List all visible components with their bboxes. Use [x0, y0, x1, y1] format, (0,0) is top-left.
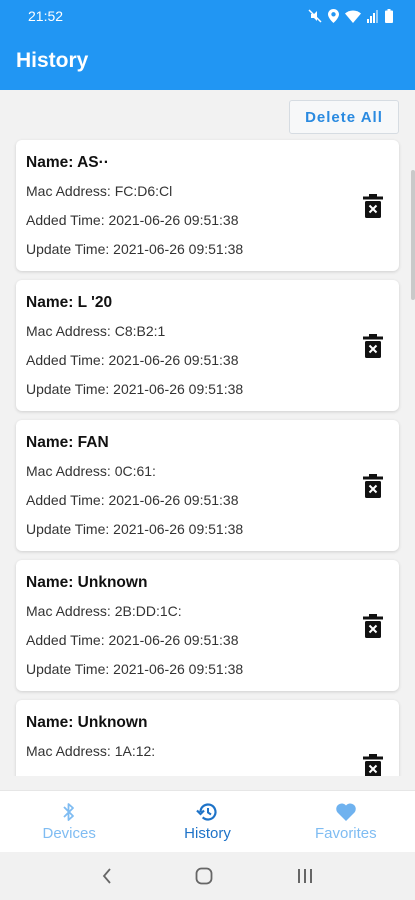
mute-icon	[308, 9, 322, 23]
device-mac: Mac Address: 1A:12:	[26, 743, 156, 759]
location-icon	[328, 9, 339, 23]
device-card[interactable]: Name: L '20 Mac Address: C8:B2:1 Added T…	[16, 280, 399, 411]
device-name: Name: FAN	[26, 434, 109, 451]
device-mac: Mac Address: 2B:DD:1C:	[26, 603, 182, 619]
bottom-nav: Devices History Favorites	[0, 790, 415, 852]
device-added-time	[26, 771, 389, 776]
scrollbar-thumb[interactable]	[411, 170, 415, 300]
device-mac: Mac Address: 0C:61:	[26, 463, 156, 479]
app-bar: History	[0, 32, 415, 90]
device-update-time: Update Time: 2021-06-26 09:51:38	[26, 241, 244, 257]
delete-icon[interactable]	[363, 613, 383, 638]
device-added-time: Added Time: 2021-06-26 09:51:38	[26, 352, 239, 368]
heart-icon	[336, 802, 356, 821]
delete-icon[interactable]	[363, 193, 383, 218]
device-history-list: Name: AS·· Mac Address: FC:D6:Cl Added T…	[16, 140, 399, 776]
device-card[interactable]: Name: FAN Mac Address: 0C:61: Added Time…	[16, 420, 399, 551]
device-added-time: Added Time: 2021-06-26 09:51:38	[26, 632, 239, 648]
recents-icon[interactable]	[296, 868, 314, 884]
delete-icon[interactable]	[363, 473, 383, 498]
device-mac: Mac Address: C8:B2:1	[26, 323, 166, 339]
bluetooth-icon	[63, 802, 75, 821]
tab-devices-label: Devices	[42, 824, 96, 842]
battery-icon	[385, 9, 393, 23]
device-update-time: Update Time: 2021-06-26 09:51:38	[26, 661, 244, 677]
back-icon[interactable]	[101, 867, 113, 885]
delete-all-button[interactable]: Delete All	[289, 100, 399, 134]
delete-icon[interactable]	[363, 333, 383, 358]
delete-icon[interactable]	[363, 753, 383, 777]
device-name: Name: Unknown	[26, 574, 148, 591]
history-list-container[interactable]: Delete All Name: AS·· Mac Address: FC:D6…	[0, 90, 415, 776]
device-card[interactable]: Name: Unknown Mac Address: 1A:12:	[16, 700, 399, 776]
device-update-time: Update Time: 2021-06-26 09:51:38	[26, 381, 244, 397]
device-card[interactable]: Name: AS·· Mac Address: FC:D6:Cl Added T…	[16, 140, 399, 271]
device-added-time: Added Time: 2021-06-26 09:51:38	[26, 492, 239, 508]
signal-icon	[367, 9, 378, 23]
tab-favorites[interactable]: Favorites	[277, 791, 415, 852]
page-title: History	[16, 49, 89, 72]
device-added-time: Added Time: 2021-06-26 09:51:38	[26, 212, 239, 228]
tab-devices[interactable]: Devices	[0, 791, 138, 852]
system-nav-bar	[0, 852, 415, 900]
status-time: 21:52	[28, 8, 64, 24]
tab-favorites-label: Favorites	[314, 824, 377, 842]
tab-history[interactable]: History	[138, 791, 276, 852]
history-icon	[196, 802, 218, 821]
status-icons	[308, 9, 393, 23]
tab-history-label: History	[184, 824, 231, 842]
device-name: Name: AS··	[26, 154, 109, 171]
home-icon[interactable]	[195, 867, 213, 885]
device-update-time: Update Time: 2021-06-26 09:51:38	[26, 521, 244, 537]
device-mac: Mac Address: FC:D6:Cl	[26, 183, 173, 199]
device-name: Name: Unknown	[26, 714, 148, 731]
device-card[interactable]: Name: Unknown Mac Address: 2B:DD:1C: Add…	[16, 560, 399, 691]
device-name: Name: L '20	[26, 294, 113, 311]
status-bar: 21:52	[0, 0, 415, 32]
wifi-icon	[345, 10, 361, 23]
